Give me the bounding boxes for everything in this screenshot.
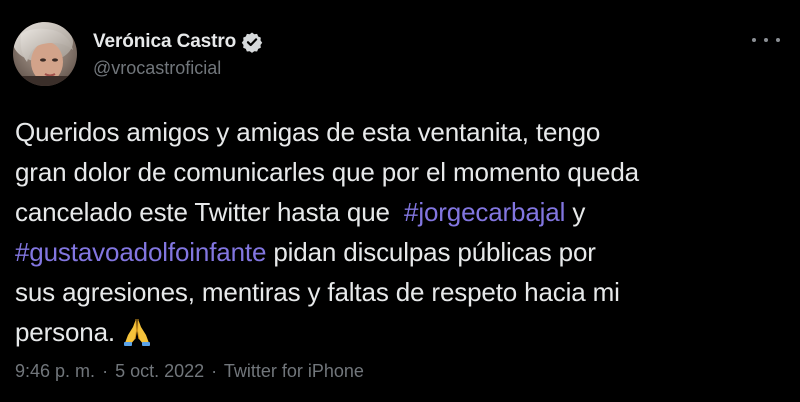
tweet-text-segment: y: [565, 197, 586, 227]
tweet-line: Queridos amigos y amigas de esta ventani…: [15, 112, 785, 152]
tweet-text-segment: pidan disculpas públicas por: [266, 237, 596, 267]
author-name-row[interactable]: Verónica Castro: [93, 30, 263, 54]
tweet-text-segment: cancelado este Twitter hasta que: [15, 197, 405, 227]
folded-hands-icon: [121, 317, 153, 358]
verified-badge-icon: [241, 31, 263, 53]
more-horizontal-icon[interactable]: [752, 30, 780, 50]
profile-photo-icon: [13, 22, 77, 86]
dot: [764, 38, 768, 42]
tweet-line: persona.: [15, 312, 785, 358]
tweet-text-segment: Queridos amigos y amigas de esta ventani…: [15, 117, 601, 147]
meta-separator: ·: [211, 361, 218, 381]
dot: [776, 38, 780, 42]
avatar[interactable]: [13, 22, 77, 86]
tweet-text-segment: sus agresiones, mentiras y faltas de res…: [15, 277, 620, 307]
hashtag-link[interactable]: #jorgecarbajal: [404, 197, 565, 227]
tweet-source[interactable]: Twitter for iPhone: [224, 361, 364, 381]
tweet-date[interactable]: 5 oct. 2022: [115, 361, 204, 381]
tweet-text-segment: persona.: [15, 317, 115, 347]
author-display-name[interactable]: Verónica Castro: [93, 31, 236, 53]
tweet-line: gran dolor de comunicarles que por el mo…: [15, 152, 785, 192]
tweet-line: #gustavoadolfoinfante pidan disculpas pú…: [15, 232, 785, 272]
tweet-metadata: 9:46 p. m. · 5 oct. 2022 · Twitter for i…: [15, 361, 364, 382]
hashtag-link[interactable]: #gustavoadolfoinfante: [15, 237, 266, 267]
tweet-time[interactable]: 9:46 p. m.: [15, 361, 95, 381]
author-handle[interactable]: @vrocastroficial: [93, 58, 221, 79]
tweet-line: cancelado este Twitter hasta que #jorgec…: [15, 192, 785, 232]
tweet-card: Verónica Castro @vrocastroficial Querido…: [0, 0, 800, 402]
tweet-text-segment: gran dolor de comunicarles que por el mo…: [15, 157, 639, 187]
tweet-text: Queridos amigos y amigas de esta ventani…: [15, 112, 785, 358]
tweet-line: sus agresiones, mentiras y faltas de res…: [15, 272, 785, 312]
dot: [752, 38, 756, 42]
meta-separator: ·: [102, 361, 109, 381]
